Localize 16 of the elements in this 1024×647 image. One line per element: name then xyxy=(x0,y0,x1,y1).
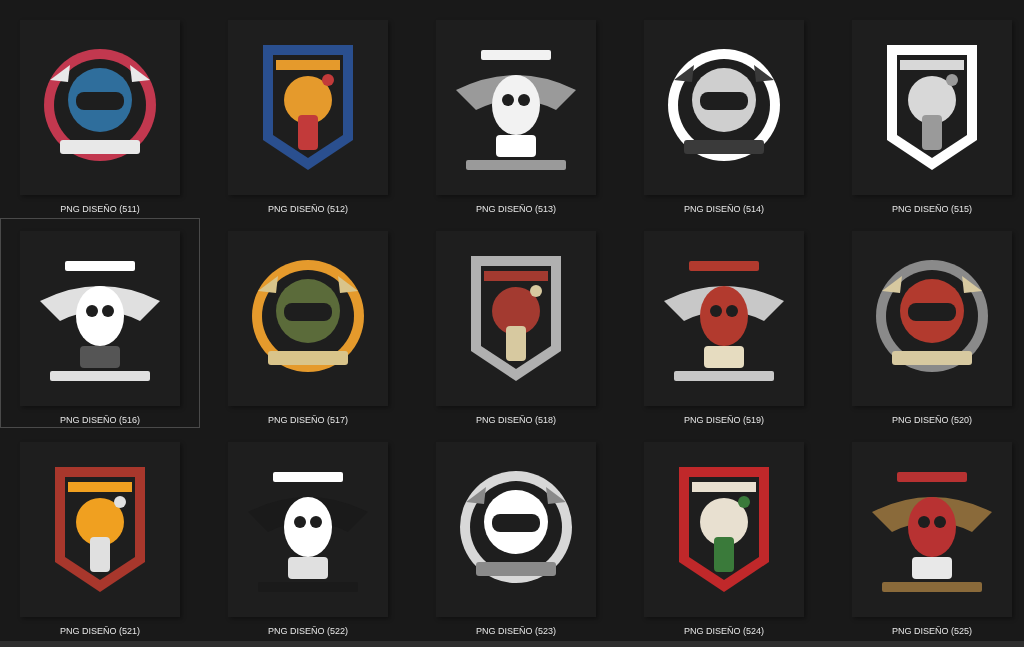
file-name: PNG DISEÑO (519) xyxy=(684,415,764,425)
file-name: PNG DISEÑO (511) xyxy=(60,204,140,214)
file-name: PNG DISEÑO (518) xyxy=(476,415,556,425)
file-tile[interactable]: PNG DISEÑO (516) xyxy=(0,218,200,428)
file-name: PNG DISEÑO (520) xyxy=(892,415,972,425)
file-name: PNG DISEÑO (522) xyxy=(268,626,348,636)
file-name: PNG DISEÑO (516) xyxy=(60,415,140,425)
file-name: PNG DISEÑO (513) xyxy=(476,204,556,214)
file-name: PNG DISEÑO (524) xyxy=(684,626,764,636)
file-name: PNG DISEÑO (523) xyxy=(476,626,556,636)
file-name: PNG DISEÑO (514) xyxy=(684,204,764,214)
file-name: PNG DISEÑO (515) xyxy=(892,204,972,214)
file-name: PNG DISEÑO (512) xyxy=(268,204,348,214)
file-name: PNG DISEÑO (525) xyxy=(892,626,972,636)
file-name: PNG DISEÑO (521) xyxy=(60,626,140,636)
file-name: PNG DISEÑO (517) xyxy=(268,415,348,425)
